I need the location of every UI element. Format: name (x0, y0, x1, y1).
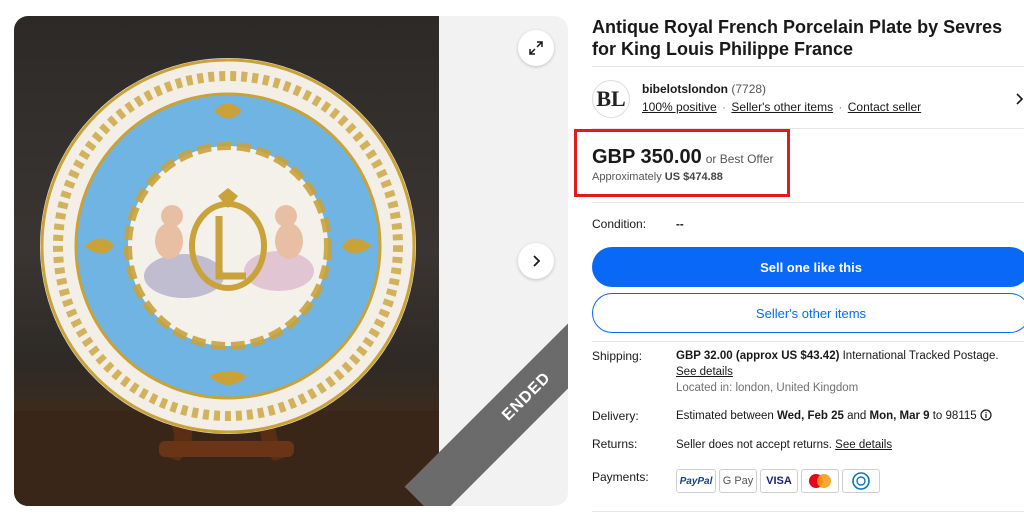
approx-value: US $474.88 (664, 171, 723, 183)
contact-seller-link[interactable]: Contact seller (848, 100, 921, 114)
condition-label: Condition: (592, 217, 647, 231)
payments-label: Payments: (592, 470, 649, 484)
approx-price: Approximately US $474.88 (592, 171, 723, 183)
paypal-icon: PayPal (676, 469, 716, 493)
payment-methods: PayPal G Pay VISA (676, 469, 880, 493)
listing-title: Antique Royal French Porcelain Plate by … (592, 17, 1003, 59)
sell-one-like-this-button[interactable]: Sell one like this (592, 247, 1024, 287)
expand-icon (529, 41, 543, 55)
shipping-service: International Tracked Postage. (839, 350, 999, 362)
seller-links: 100% positive · Seller's other items · C… (642, 100, 921, 114)
delivery-start: Wed, Feb 25 (777, 410, 844, 422)
shipping-cost: GBP 32.00 (approx US $43.42) (676, 350, 840, 362)
separator: · (838, 100, 843, 114)
google-pay-icon: G Pay (719, 469, 757, 493)
seller-other-items-link[interactable]: Seller's other items (731, 100, 833, 114)
returns-see-details-link[interactable]: See details (835, 439, 892, 451)
listing-details-panel: Antique Royal French Porcelain Plate by … (574, 16, 1024, 512)
divider (592, 66, 1024, 67)
separator: · (722, 100, 727, 114)
plate-image (14, 58, 439, 506)
shipping-see-details-link[interactable]: See details (676, 366, 733, 378)
next-image-button[interactable] (518, 243, 554, 279)
divider (592, 341, 1024, 342)
returns-label: Returns: (592, 437, 638, 451)
shipping-label: Shipping: (592, 349, 643, 363)
shipping-value: GBP 32.00 (approx US $43.42) Internation… (676, 348, 1024, 396)
delivery-suffix: to 98115 (929, 410, 980, 422)
returns-value: Seller does not accept returns. See deta… (676, 437, 892, 453)
visa-icon: VISA (760, 469, 798, 493)
seller-name-row: bibelotslondon (7728) (642, 82, 766, 96)
divider (592, 202, 1024, 203)
info-icon[interactable] (980, 409, 992, 426)
seller-feedback-count: (7728) (731, 82, 767, 96)
listing-photo[interactable] (14, 16, 439, 506)
item-location: Located in: london, United Kingdom (676, 382, 859, 394)
delivery-prefix: Estimated between (676, 410, 778, 422)
expand-image-button[interactable] (518, 30, 554, 66)
returns-text: Seller does not accept returns. (676, 439, 836, 451)
seller-chevron-icon[interactable] (1014, 92, 1024, 111)
seller-name[interactable]: bibelotslondon (642, 82, 728, 96)
sellers-other-items-button[interactable]: Seller's other items (592, 293, 1024, 333)
delivery-label: Delivery: (592, 409, 639, 423)
mastercard-icon (801, 469, 839, 493)
diners-club-icon (842, 469, 880, 493)
condition-value: -- (676, 219, 684, 231)
divider (592, 511, 1024, 512)
delivery-value: Estimated between Wed, Feb 25 and Mon, M… (676, 408, 992, 426)
delivery-and: and (843, 410, 870, 422)
approx-prefix: Approximately (592, 171, 662, 183)
price-amount: GBP 350.00 (592, 146, 702, 168)
chevron-right-icon (533, 255, 541, 267)
price-row: GBP 350.00 or Best Offer (592, 146, 774, 169)
seller-logo[interactable]: BL (592, 80, 630, 118)
best-offer-label: or Best Offer (705, 152, 774, 166)
delivery-end: Mon, Mar 9 (869, 410, 930, 422)
image-gallery: ENDED (14, 16, 568, 506)
seller-card: BL bibelotslondon (7728) 100% positive ·… (592, 76, 1024, 136)
seller-positive-link[interactable]: 100% positive (642, 100, 717, 114)
